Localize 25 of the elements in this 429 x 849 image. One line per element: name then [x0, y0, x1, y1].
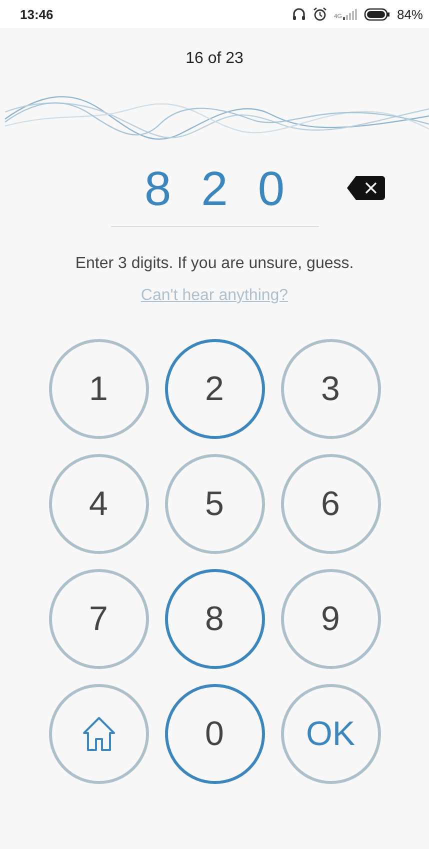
digit-key[interactable]: 9 [280, 569, 380, 669]
ok-button[interactable]: OK [280, 684, 380, 784]
digit-key[interactable]: 4 [48, 454, 148, 554]
clock-time: 13:46 [20, 6, 54, 22]
alarm-icon [312, 7, 327, 21]
signal-icon [342, 8, 357, 20]
home-icon [80, 715, 116, 753]
battery-icon [364, 8, 390, 20]
digit-key[interactable]: 0 [164, 684, 264, 784]
digit-key[interactable]: 8 [164, 569, 264, 669]
entered-digit: 8 [144, 162, 172, 218]
instruction-text: Enter 3 digits. If you are unsure, guess. [75, 255, 354, 273]
entered-digit: 0 [258, 162, 285, 218]
backspace-button[interactable] [346, 175, 386, 201]
battery-percent: 84% [396, 6, 423, 22]
headphones-icon [292, 7, 306, 21]
digit-key[interactable]: 7 [48, 569, 148, 669]
digit-key[interactable]: 2 [164, 339, 264, 439]
digit-key[interactable]: 1 [48, 339, 148, 439]
question-counter: 16 of 23 [186, 50, 244, 68]
entered-digit: 2 [201, 162, 228, 218]
home-button[interactable] [48, 684, 148, 784]
digit-key[interactable]: 6 [280, 454, 380, 554]
digit-key[interactable]: 5 [164, 454, 264, 554]
digit-key[interactable]: 3 [280, 339, 380, 439]
